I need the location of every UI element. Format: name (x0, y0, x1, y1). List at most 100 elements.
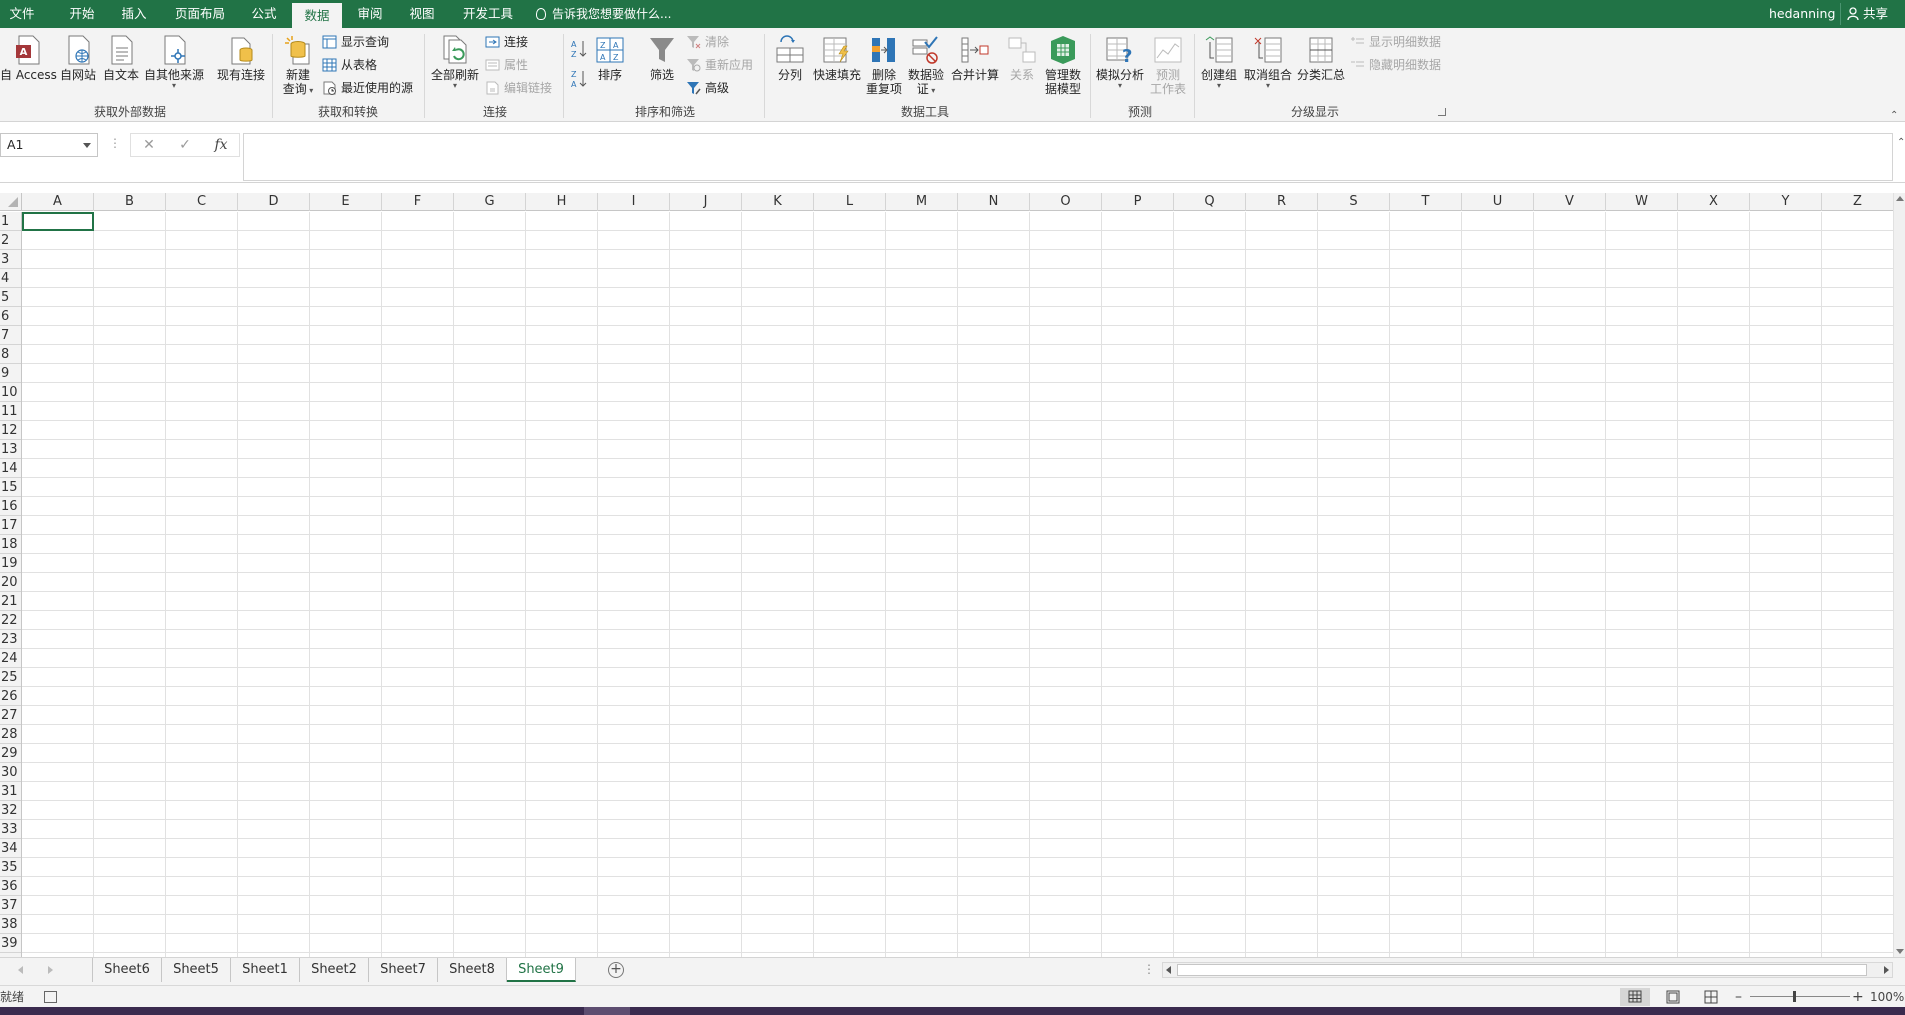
column-header-f[interactable]: F (382, 193, 454, 211)
share-button[interactable]: 共享 (1840, 3, 1888, 25)
what-if-analysis-button[interactable]: ? 模拟分析 ▾ (1094, 34, 1146, 90)
scroll-down-icon[interactable] (1896, 949, 1904, 954)
text-to-columns-button[interactable]: 分列 (770, 34, 810, 82)
enter-check-icon[interactable]: ✓ (167, 134, 203, 156)
column-header-l[interactable]: L (814, 193, 886, 211)
row-header-33[interactable]: 33 (0, 820, 21, 839)
sheet-tab-sheet1[interactable]: Sheet1 (231, 958, 300, 982)
refresh-all-button[interactable]: 全部刷新 ▾ (428, 34, 482, 90)
column-header-n[interactable]: N (958, 193, 1030, 211)
page-layout-view-button[interactable] (1658, 988, 1688, 1006)
consolidate-button[interactable]: 合并计算 (950, 34, 1000, 82)
row-header-8[interactable]: 8 (0, 345, 21, 364)
row-header-31[interactable]: 31 (0, 782, 21, 801)
hide-detail-button[interactable]: 隐藏明细数据 (1350, 57, 1441, 73)
macro-record-icon[interactable] (44, 991, 57, 1003)
row-header-15[interactable]: 15 (0, 478, 21, 497)
zoom-slider[interactable] (1750, 996, 1850, 997)
row-header-4[interactable]: 4 (0, 269, 21, 288)
scroll-up-icon[interactable] (1896, 196, 1904, 201)
row-header-20[interactable]: 20 (0, 573, 21, 592)
horizontal-scrollbar[interactable] (1162, 962, 1893, 978)
row-header-19[interactable]: 19 (0, 554, 21, 573)
zoom-out-button[interactable]: – (1735, 986, 1742, 1008)
insert-function-icon[interactable]: fx (203, 134, 239, 156)
row-header-27[interactable]: 27 (0, 706, 21, 725)
formula-bar-grip[interactable]: ⋮ (109, 136, 121, 150)
column-header-v[interactable]: V (1534, 193, 1606, 211)
subtotal-button[interactable]: 分类汇总 (1296, 34, 1346, 82)
row-header-38[interactable]: 38 (0, 915, 21, 934)
tab-home[interactable]: 开始 (60, 0, 104, 28)
sort-ascending-button[interactable]: AZ (568, 38, 590, 63)
cell-area[interactable] (22, 212, 1893, 957)
existing-connections-button[interactable]: 现有连接 (214, 34, 268, 82)
column-header-p[interactable]: P (1102, 193, 1174, 211)
sheet-tab-sheet9[interactable]: Sheet9 (507, 958, 576, 982)
row-header-35[interactable]: 35 (0, 858, 21, 877)
sort-button[interactable]: ZAAZ 排序 (592, 34, 628, 82)
from-text-button[interactable]: 自文本 (100, 34, 142, 82)
chevron-down-icon[interactable] (83, 143, 91, 148)
tab-data[interactable]: 数据 (292, 3, 342, 28)
row-header-39[interactable]: 39 (0, 934, 21, 953)
row-header-23[interactable]: 23 (0, 630, 21, 649)
from-access-button[interactable]: A 自 Access (0, 34, 57, 82)
row-header-11[interactable]: 11 (0, 402, 21, 421)
row-header-22[interactable]: 22 (0, 611, 21, 630)
column-header-j[interactable]: J (670, 193, 742, 211)
sheet-prev-icon[interactable] (18, 966, 23, 974)
scroll-right-icon[interactable] (1884, 966, 1889, 974)
tab-page-layout[interactable]: 页面布局 (168, 0, 232, 28)
column-header-t[interactable]: T (1390, 193, 1462, 211)
tell-me-box[interactable]: 告诉我您想要做什么... (536, 0, 671, 28)
row-header-25[interactable]: 25 (0, 668, 21, 687)
select-all-corner[interactable] (0, 193, 22, 211)
clear-filter-button[interactable]: 清除 (686, 34, 729, 50)
from-table-button[interactable]: 从表格 (322, 57, 377, 73)
properties-button[interactable]: 属性 (485, 57, 528, 73)
sheet-tab-sheet5[interactable]: Sheet5 (162, 958, 231, 982)
name-box[interactable]: A1 (0, 133, 98, 157)
column-header-c[interactable]: C (166, 193, 238, 211)
remove-duplicates-button[interactable]: 删除 重复项 (864, 34, 904, 96)
column-header-q[interactable]: Q (1174, 193, 1246, 211)
column-header-u[interactable]: U (1462, 193, 1534, 211)
show-detail-button[interactable]: 显示明细数据 (1350, 34, 1441, 50)
add-sheet-icon[interactable]: + (608, 962, 624, 978)
sheet-next-icon[interactable] (48, 966, 53, 974)
sheet-tab-sheet8[interactable]: Sheet8 (438, 958, 507, 982)
tab-review[interactable]: 审阅 (348, 0, 392, 28)
tab-insert[interactable]: 插入 (112, 0, 156, 28)
group-button[interactable]: 创建组 ▾ (1198, 34, 1240, 90)
sheet-tab-sheet6[interactable]: Sheet6 (93, 958, 162, 982)
tab-split-handle[interactable]: ⋮ (1143, 962, 1155, 976)
column-header-g[interactable]: G (454, 193, 526, 211)
row-header-13[interactable]: 13 (0, 440, 21, 459)
row-header-6[interactable]: 6 (0, 307, 21, 326)
column-header-a[interactable]: A (22, 193, 94, 211)
row-header-32[interactable]: 32 (0, 801, 21, 820)
row-header-14[interactable]: 14 (0, 459, 21, 478)
row-header-37[interactable]: 37 (0, 896, 21, 915)
tab-view[interactable]: 视图 (400, 0, 444, 28)
zoom-slider-thumb[interactable] (1793, 991, 1796, 1002)
expand-formula-bar-icon[interactable]: ⌃ (1897, 137, 1905, 148)
page-break-view-button[interactable] (1696, 988, 1726, 1006)
row-header-3[interactable]: 3 (0, 250, 21, 269)
row-header-21[interactable]: 21 (0, 592, 21, 611)
zoom-level[interactable]: 100% (1870, 986, 1904, 1008)
row-header-7[interactable]: 7 (0, 326, 21, 345)
cancel-icon[interactable]: ✕ (131, 134, 167, 156)
new-query-button[interactable]: 新建 查询 ▾ (278, 34, 318, 98)
row-header-17[interactable]: 17 (0, 516, 21, 535)
row-header-24[interactable]: 24 (0, 649, 21, 668)
scroll-left-icon[interactable] (1166, 966, 1171, 974)
vertical-scrollbar[interactable] (1893, 193, 1905, 957)
row-header-36[interactable]: 36 (0, 877, 21, 896)
recent-sources-button[interactable]: 最近使用的源 (322, 80, 413, 96)
row-header-16[interactable]: 16 (0, 497, 21, 516)
sort-descending-button[interactable]: ZA (568, 68, 590, 93)
column-header-z[interactable]: Z (1822, 193, 1894, 211)
row-header-12[interactable]: 12 (0, 421, 21, 440)
